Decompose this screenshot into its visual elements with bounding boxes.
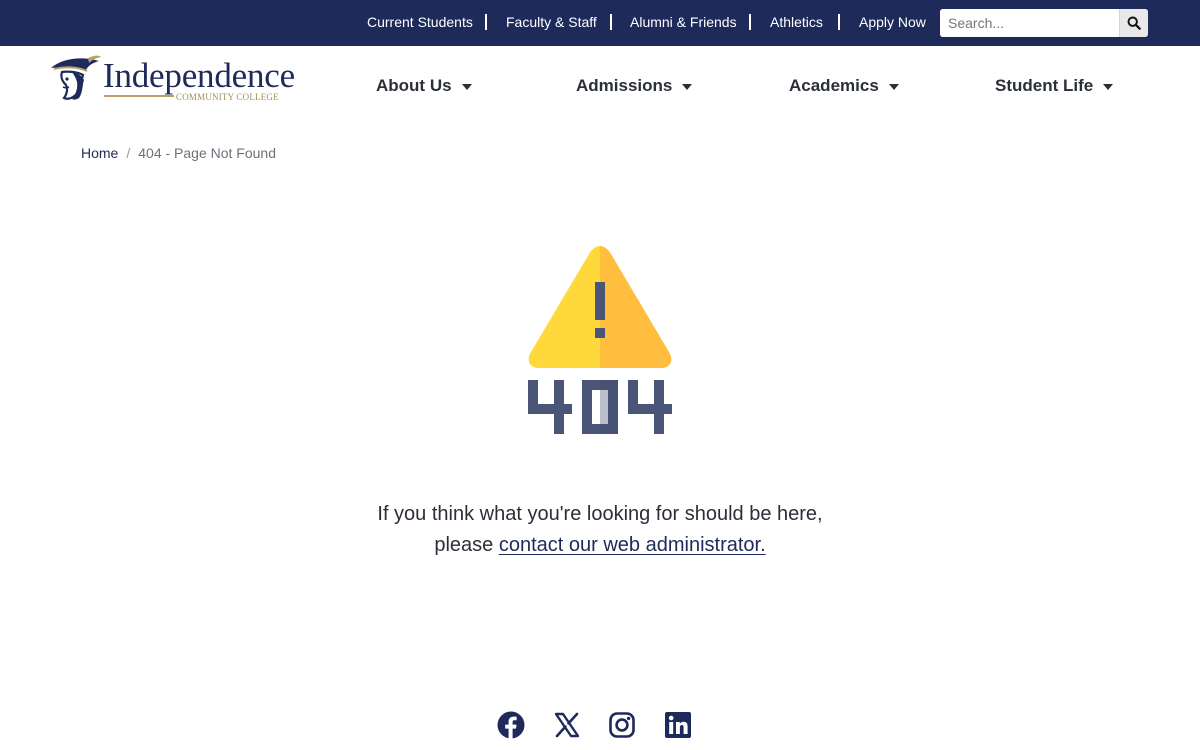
utility-link-current-students[interactable]: Current Students <box>367 14 473 30</box>
nav-admissions[interactable]: Admissions <box>576 75 693 97</box>
nav-academics-label: Academics <box>789 76 879 95</box>
search-button[interactable] <box>1119 9 1148 37</box>
search-icon <box>1127 16 1141 30</box>
breadcrumb: Home / 404 - Page Not Found <box>81 145 276 161</box>
breadcrumb-current-page: 404 - Page Not Found <box>138 145 277 161</box>
logo-divider <box>104 95 174 97</box>
utility-link-faculty-staff[interactable]: Faculty & Staff <box>506 14 597 30</box>
facebook-icon[interactable] <box>497 711 525 739</box>
error-message-line2: please contact our web administrator. <box>0 530 1200 561</box>
caret-down-icon <box>461 84 472 90</box>
utility-divider <box>485 14 487 30</box>
utility-bar: Current Students Faculty & Staff Alumni … <box>0 0 1200 46</box>
caret-down-icon <box>682 84 693 90</box>
utility-divider <box>838 14 840 30</box>
utility-link-athletics[interactable]: Athletics <box>770 14 823 30</box>
error-message-prefix: please <box>434 534 494 556</box>
search-input[interactable] <box>940 9 1119 37</box>
caret-down-icon <box>1103 84 1114 90</box>
pirate-mascot-icon <box>51 55 101 100</box>
nav-student-life-label: Student Life <box>995 76 1094 95</box>
nav-about-us[interactable]: About Us <box>376 75 472 97</box>
breadcrumb-home-link[interactable]: Home <box>81 145 118 161</box>
error-404-graphic <box>528 246 672 434</box>
utility-link-apply-now[interactable]: Apply Now <box>859 14 926 30</box>
college-logo[interactable]: Independence COMMUNITY COLLEGE <box>48 54 298 106</box>
utility-link-alumni-friends[interactable]: Alumni & Friends <box>630 14 737 30</box>
utility-divider <box>610 14 612 30</box>
search-form <box>940 9 1148 37</box>
warning-triangle-icon <box>528 246 672 368</box>
x-twitter-icon[interactable] <box>553 711 581 739</box>
error-message: If you think what you're looking for sho… <box>0 499 1200 561</box>
nav-academics[interactable]: Academics <box>789 75 899 97</box>
breadcrumb-separator: / <box>126 145 131 161</box>
contact-admin-link[interactable]: contact our web administrator. <box>499 534 766 556</box>
error-message-line1: If you think what you're looking for sho… <box>377 503 823 525</box>
nav-admissions-label: Admissions <box>576 76 673 95</box>
logo-wordmark: Independence <box>103 56 295 95</box>
caret-down-icon <box>888 84 899 90</box>
instagram-icon[interactable] <box>608 711 636 739</box>
nav-about-us-label: About Us <box>376 76 452 95</box>
utility-divider <box>749 14 751 30</box>
linkedin-icon[interactable] <box>664 711 692 739</box>
logo-subtitle: COMMUNITY COLLEGE <box>176 92 279 102</box>
nav-student-life[interactable]: Student Life <box>995 75 1114 97</box>
